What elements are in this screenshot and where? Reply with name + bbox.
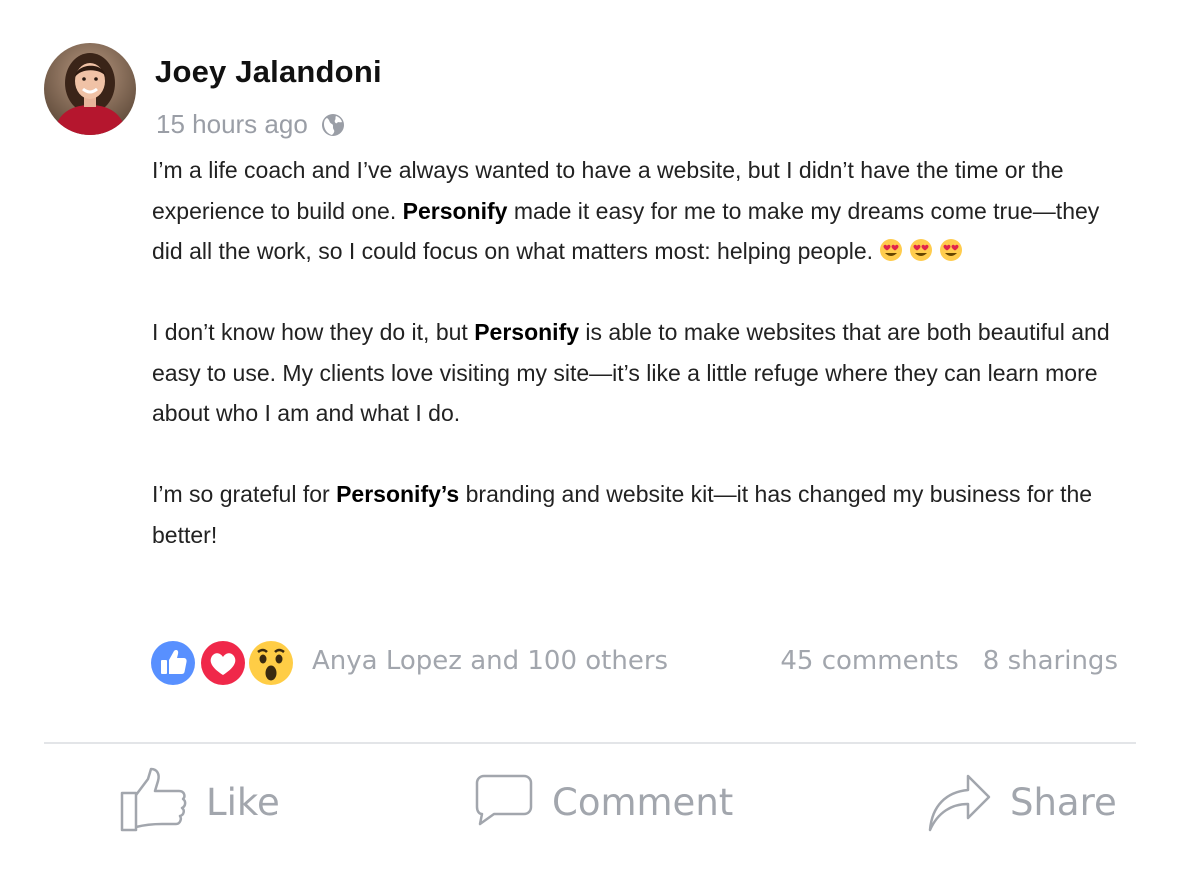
brand-name: Personify’s <box>336 481 460 507</box>
globe-icon[interactable] <box>320 112 346 138</box>
post-timestamp[interactable]: 15 hours ago <box>156 109 308 140</box>
comments-count[interactable]: 45 comments <box>780 646 958 676</box>
post-paragraph-1: I’m a life coach and I’ve always wanted … <box>152 150 1132 272</box>
heart-eyes-emoji <box>879 238 903 262</box>
share-label: Share <box>1010 780 1117 824</box>
post-paragraph-2: I don’t know how they do it, but Personi… <box>152 312 1132 434</box>
like-label: Like <box>206 780 280 824</box>
heart-eyes-emoji <box>909 238 933 262</box>
reactions-bar: Anya Lopez and 100 others 45 comments 8 … <box>148 636 1128 688</box>
post-meta: 15 hours ago <box>156 109 346 140</box>
share-arrow-icon <box>926 768 992 837</box>
comment-label: Comment <box>552 780 734 824</box>
thumbs-up-icon <box>120 767 188 838</box>
divider <box>44 742 1136 744</box>
brand-name: Personify <box>402 197 508 224</box>
shares-count[interactable]: 8 sharings <box>983 646 1118 676</box>
comment-bubble-icon <box>474 773 534 832</box>
avatar[interactable] <box>44 43 136 135</box>
like-button[interactable]: Like <box>120 766 280 838</box>
post-paragraph-3: I’m so grateful for Personify’s branding… <box>152 474 1132 555</box>
reaction-icons[interactable] <box>148 636 308 688</box>
like-reaction-icon <box>148 638 198 688</box>
heart-eyes-emoji <box>939 238 963 262</box>
text-run: I don’t know how they do it, but <box>152 319 475 345</box>
text-run: I’m so grateful for <box>152 481 337 507</box>
love-reaction-icon <box>198 638 248 688</box>
comment-button[interactable]: Comment <box>474 766 733 838</box>
reactors-text[interactable]: Anya Lopez and 100 others <box>312 646 668 676</box>
brand-name: Personify <box>474 319 580 345</box>
share-button[interactable]: Share <box>926 766 1117 838</box>
author-name[interactable]: Joey Jalandoni <box>155 54 382 90</box>
wow-reaction-icon <box>246 638 296 688</box>
facebook-post: Joey Jalandoni 15 hours ago I’m a life c… <box>0 0 1200 884</box>
post-body: I’m a life coach and I’ve always wanted … <box>152 150 1132 555</box>
engagement-counts: 45 comments 8 sharings <box>780 646 1118 676</box>
